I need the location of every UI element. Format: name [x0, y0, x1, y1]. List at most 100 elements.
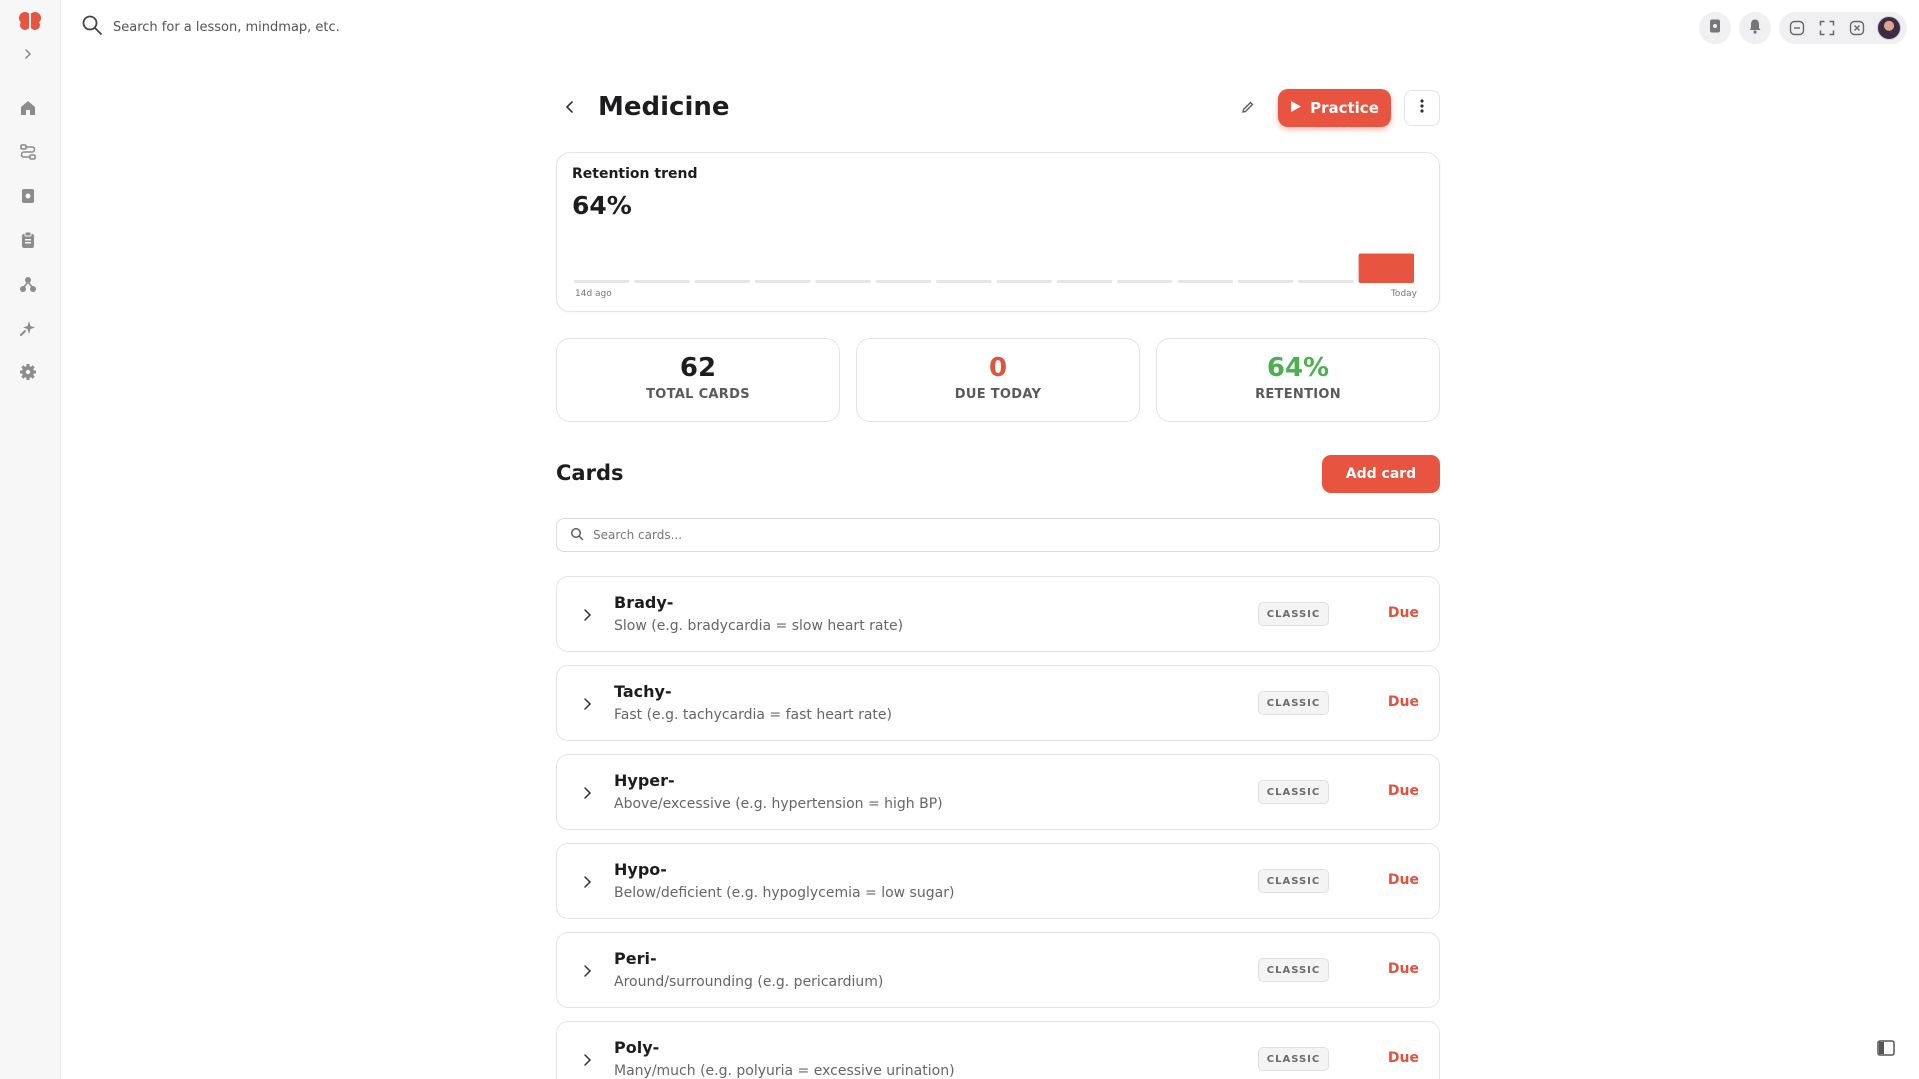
- card-type-badge: CLASSIC: [1258, 602, 1329, 626]
- back-button[interactable]: [558, 96, 582, 120]
- retention-trend-value: 64%: [572, 191, 632, 220]
- clipboard-icon[interactable]: [18, 230, 38, 250]
- trend-axis-start: 14d ago: [575, 289, 612, 299]
- practice-button[interactable]: Practice: [1278, 89, 1391, 127]
- mindmap-icon[interactable]: [18, 274, 38, 294]
- trend-bar-empty: [815, 280, 871, 283]
- card-type-badge: CLASSIC: [1258, 1047, 1329, 1071]
- card-status: Due: [1387, 961, 1419, 977]
- stat-retention: 64% RETENTION: [1156, 338, 1440, 422]
- card-status: Due: [1387, 694, 1419, 710]
- deck-icon[interactable]: [18, 186, 38, 206]
- card-back: Below/deficient (e.g. hypoglycemia = low…: [614, 885, 955, 901]
- chevron-right-icon[interactable]: [579, 1050, 595, 1070]
- close-icon[interactable]: [1847, 18, 1867, 38]
- chevron-left-icon: [563, 99, 577, 118]
- chevron-right-icon[interactable]: [579, 961, 595, 981]
- chevron-right-icon[interactable]: [579, 694, 595, 714]
- card-back: Slow (e.g. bradycardia = slow heart rate…: [614, 618, 904, 634]
- chevron-right-icon[interactable]: [579, 605, 595, 625]
- card-back: Above/excessive (e.g. hypertension = hig…: [614, 796, 943, 812]
- trend-bar-empty: [1177, 280, 1233, 283]
- trend-axis-end: Today: [1390, 289, 1417, 299]
- deck-icon: [1707, 18, 1723, 38]
- trend-bar-empty: [1056, 280, 1113, 283]
- card-type-badge: CLASSIC: [1258, 958, 1329, 982]
- top-bar: [61, 0, 1919, 56]
- stat-label: TOTAL CARDS: [646, 387, 750, 402]
- sparkle-icon[interactable]: [18, 318, 38, 338]
- card-front: Tachy-: [614, 682, 672, 701]
- trend-bar-empty: [996, 280, 1052, 283]
- card-row[interactable]: Peri- Around/surrounding (e.g. pericardi…: [556, 932, 1440, 1008]
- card-search-input[interactable]: [593, 528, 1413, 542]
- edit-deck-button[interactable]: [1236, 96, 1260, 120]
- fullscreen-icon[interactable]: [1817, 18, 1837, 38]
- add-card-button[interactable]: Add card: [1322, 455, 1440, 493]
- card-front: Hypo-: [614, 860, 667, 879]
- global-search[interactable]: [81, 14, 493, 40]
- trend-bar-empty: [936, 280, 992, 283]
- chevron-right-icon[interactable]: [579, 783, 595, 803]
- card-row[interactable]: Tachy- Fast (e.g. tachycardia = fast hea…: [556, 665, 1440, 741]
- card-search[interactable]: [556, 518, 1440, 552]
- stats-row: 62 TOTAL CARDS 0 DUE TODAY 64% RETENTION: [556, 338, 1440, 422]
- card-status: Due: [1387, 605, 1419, 621]
- stat-value: 62: [679, 353, 717, 383]
- home-icon[interactable]: [18, 98, 38, 118]
- top-right-controls: [1699, 12, 1907, 44]
- flow-icon[interactable]: [18, 142, 38, 162]
- card-status: Due: [1387, 1050, 1419, 1066]
- trend-bar-empty: [1117, 280, 1173, 283]
- chevron-right-icon[interactable]: [579, 872, 595, 892]
- expand-sidebar-icon[interactable]: [20, 46, 36, 62]
- search-icon: [570, 526, 584, 545]
- more-options-button[interactable]: [1404, 90, 1440, 126]
- trend-bar-empty: [875, 280, 932, 283]
- retention-trend-svg: [574, 253, 1414, 283]
- trend-bar-today: [1358, 253, 1414, 283]
- saved-deck-button[interactable]: [1699, 12, 1731, 44]
- card-status: Due: [1387, 872, 1419, 888]
- stat-value: 64%: [1266, 353, 1330, 383]
- app-logo-icon[interactable]: [16, 8, 44, 36]
- card-front: Brady-: [614, 593, 674, 612]
- gear-icon[interactable]: [18, 362, 38, 382]
- card-type-badge: CLASSIC: [1258, 780, 1329, 804]
- deck-header: Medicine Practice: [556, 88, 1440, 128]
- more-vertical-icon: [1420, 98, 1424, 118]
- page-title: Medicine: [598, 92, 730, 122]
- stat-label: RETENTION: [1255, 387, 1341, 402]
- retention-trend-bars: [574, 243, 1414, 283]
- trend-bar-empty: [1298, 280, 1354, 283]
- card-front: Poly-: [614, 1038, 660, 1057]
- card-row[interactable]: Brady- Slow (e.g. bradycardia = slow hea…: [556, 576, 1440, 652]
- window-controls: [1779, 12, 1907, 44]
- sidebar: [0, 0, 61, 1079]
- pencil-icon: [1241, 99, 1255, 118]
- card-row[interactable]: Hypo- Below/deficient (e.g. hypoglycemia…: [556, 843, 1440, 919]
- panel-toggle-icon[interactable]: [1875, 1037, 1897, 1059]
- trend-bar-empty: [755, 280, 811, 283]
- card-back: Fast (e.g. tachycardia = fast heart rate…: [614, 707, 892, 723]
- global-search-input[interactable]: [113, 19, 493, 35]
- card-back: Many/much (e.g. polyuria = excessive uri…: [614, 1063, 955, 1079]
- trend-bar-empty: [1237, 280, 1294, 283]
- stat-total-cards: 62 TOTAL CARDS: [556, 338, 840, 422]
- card-row[interactable]: Poly- Many/much (e.g. polyuria = excessi…: [556, 1021, 1440, 1079]
- avatar[interactable]: [1877, 16, 1901, 40]
- card-type-badge: CLASSIC: [1258, 691, 1329, 715]
- minimize-icon[interactable]: [1787, 18, 1807, 38]
- card-row[interactable]: Hyper- Above/excessive (e.g. hypertensio…: [556, 754, 1440, 830]
- trend-bar-empty: [694, 280, 751, 283]
- card-back: Around/surrounding (e.g. pericardium): [614, 974, 884, 990]
- bell-icon: [1747, 18, 1763, 38]
- cards-heading: Cards: [556, 461, 624, 485]
- trend-bar-empty: [574, 280, 630, 283]
- search-icon: [81, 14, 103, 40]
- play-icon: [1290, 99, 1302, 117]
- trend-bar-empty: [634, 280, 690, 283]
- card-status: Due: [1387, 783, 1419, 799]
- practice-label: Practice: [1310, 99, 1379, 117]
- notifications-button[interactable]: [1739, 12, 1771, 44]
